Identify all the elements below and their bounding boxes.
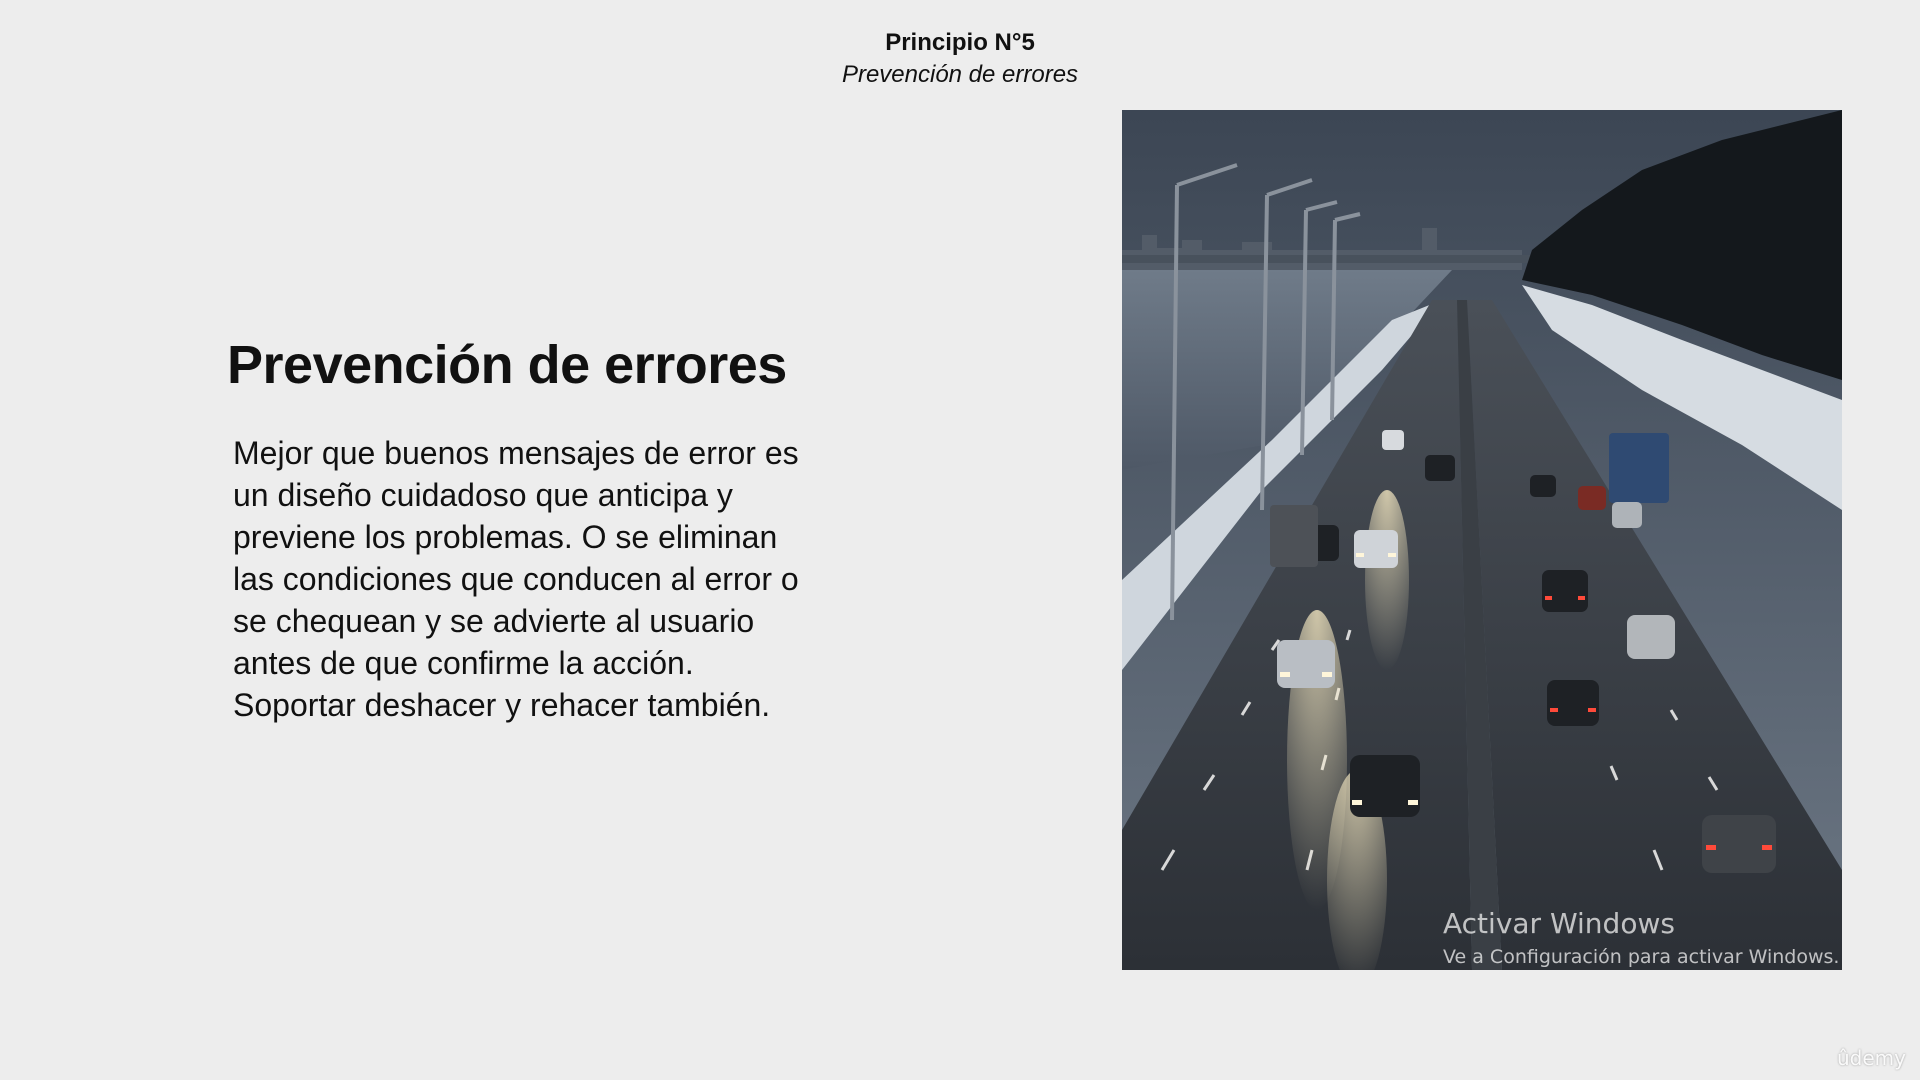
slide-heading: Prevención de errores [227,335,787,395]
body-line: antes de que confirme la acción. [233,645,694,681]
principle-name: Prevención de errores [841,61,1079,88]
highway-photo [1122,110,1842,970]
udemy-logo: ûdemy [1837,1046,1906,1070]
body-line: previene los problemas. O se eliminan [233,519,778,555]
body-line: Mejor que buenos mensajes de error es [233,435,799,471]
principle-number: Principio N°5 [885,29,1035,56]
watermark-subtitle: Ve a Configuración para activar Windows. [1443,946,1840,968]
body-line: se chequean y se advierte al usuario [233,603,755,639]
watermark-title: Activar Windows [1443,907,1675,940]
highway-photo-illustration [1122,110,1842,970]
body-line: Soportar deshacer y rehacer también. [233,687,771,723]
slide-header: Principio N°5 Prevención de errores [0,26,1920,90]
body-line: las condiciones que conducen al error o [233,561,799,597]
slide: Principio N°5 Prevención de errores Prev… [0,0,1920,1080]
windows-activation-watermark: Activar Windows Ve a Configuración para … [1443,905,1839,971]
body-line: un diseño cuidadoso que anticipa y [233,477,733,513]
slide-body-text: Mejor que buenos mensajes de error es un… [233,432,873,726]
